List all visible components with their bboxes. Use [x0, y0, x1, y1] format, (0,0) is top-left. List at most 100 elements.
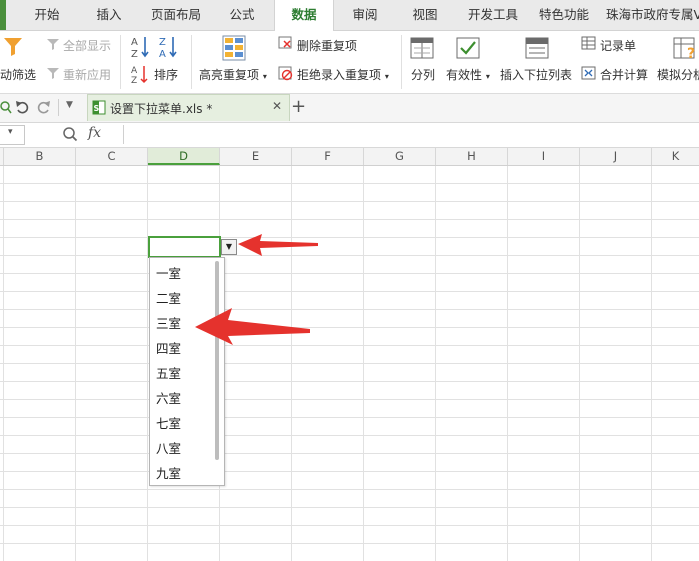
insert-function-button[interactable]: fx	[88, 125, 101, 141]
column-header[interactable]: F	[292, 148, 364, 165]
app-menu-button[interactable]	[0, 0, 6, 30]
formula-input[interactable]	[123, 125, 699, 144]
tab-review[interactable]: 审阅	[340, 0, 390, 30]
name-box[interactable]: ▾	[0, 125, 25, 145]
dropdown-option[interactable]: 二室	[156, 288, 181, 307]
document-tab-row: ▼ S 设置下拉菜单.xls * ✕ +	[0, 94, 699, 123]
grid-row-line	[0, 201, 699, 202]
insert-dropdown-button[interactable]: 插入下拉列表	[500, 66, 572, 83]
tab-formulas[interactable]: 公式	[218, 0, 266, 30]
grid-column-line	[291, 166, 292, 561]
dropdown-option[interactable]: 四室	[156, 338, 181, 357]
tab-developer[interactable]: 开发工具	[460, 0, 526, 30]
grid-row-line	[0, 273, 699, 274]
validity-button[interactable]: 有效性 ▾	[446, 66, 490, 83]
column-header[interactable]: H	[436, 148, 508, 165]
chevron-down-icon: ▾	[485, 72, 490, 81]
dropdown-option[interactable]: 七室	[156, 413, 181, 432]
tab-page-layout[interactable]: 页面布局	[142, 0, 210, 30]
dropdown-option[interactable]: 一室	[156, 263, 181, 282]
grid-row-line	[0, 417, 699, 418]
column-header[interactable]: B	[4, 148, 76, 165]
split-columns-button[interactable]: 分列	[411, 66, 435, 83]
grid-row-line	[0, 507, 699, 508]
reapply-icon	[47, 68, 59, 79]
tab-zhuhai-gov[interactable]: 珠海市政府专属V	[606, 0, 699, 30]
reject-duplicates-button[interactable]: 拒绝录入重复项 ▾	[297, 66, 389, 83]
insert-dropdown-icon[interactable]	[525, 36, 549, 60]
redo-icon[interactable]	[37, 100, 51, 114]
sort-descending-icon[interactable]: Z A	[158, 34, 180, 60]
dropdown-arrow-icon[interactable]: ▼	[221, 239, 237, 255]
what-if-analysis-icon[interactable]: ?	[673, 36, 699, 62]
document-tab[interactable]: S 设置下拉菜单.xls * ✕	[87, 94, 290, 121]
worksheet-grid[interactable]	[0, 166, 699, 561]
grid-column-line	[363, 166, 364, 561]
zoom-function-icon[interactable]	[62, 126, 78, 142]
svg-text:?: ?	[687, 46, 695, 62]
tab-view[interactable]: 视图	[400, 0, 450, 30]
column-header-selected[interactable]: D	[148, 148, 220, 165]
show-all-button[interactable]: 全部显示	[63, 37, 111, 54]
close-icon[interactable]: ✕	[272, 99, 282, 113]
print-preview-icon[interactable]	[0, 100, 12, 114]
toolbar-separator	[58, 99, 59, 116]
tab-data[interactable]: 数据	[274, 0, 334, 31]
auto-filter-button[interactable]: 动筛选	[0, 66, 36, 83]
grid-row-line	[0, 399, 699, 400]
svg-text:S: S	[94, 104, 100, 113]
formula-bar: ▾ fx	[0, 123, 699, 148]
column-header[interactable]: I	[508, 148, 580, 165]
column-header[interactable]: G	[364, 148, 436, 165]
grid-column-line	[3, 166, 4, 561]
column-header[interactable]: J	[580, 148, 652, 165]
spreadsheet-file-icon: S	[92, 100, 106, 115]
validity-label: 有效性	[446, 68, 483, 82]
chevron-down-icon: ▾	[262, 72, 267, 81]
dropdown-option[interactable]: 三室	[156, 313, 181, 332]
what-if-analysis-button[interactable]: 模拟分析	[657, 66, 699, 83]
grid-row-line	[0, 381, 699, 382]
column-header[interactable]: C	[76, 148, 148, 165]
dropdown-option[interactable]: 六室	[156, 388, 181, 407]
dropdown-scrollbar[interactable]	[215, 261, 219, 460]
highlight-duplicates-label: 高亮重复项	[199, 68, 260, 82]
undo-icon[interactable]	[15, 100, 29, 114]
tab-special-features[interactable]: 特色功能	[534, 0, 594, 30]
dropdown-option[interactable]: 九室	[156, 463, 181, 482]
highlight-duplicates-icon[interactable]	[222, 35, 246, 61]
svg-text:A: A	[159, 49, 166, 60]
quick-access-chevron-down-icon[interactable]: ▼	[66, 100, 73, 110]
column-header[interactable]: K	[652, 148, 699, 165]
remove-duplicates-button[interactable]: 删除重复项	[297, 37, 357, 54]
sort-icon: A Z	[131, 66, 148, 84]
column-header[interactable]: E	[220, 148, 292, 165]
split-columns-icon[interactable]	[410, 36, 434, 60]
highlight-duplicates-button[interactable]: 高亮重复项 ▾	[199, 66, 267, 83]
validity-icon[interactable]	[456, 36, 480, 60]
grid-column-line	[507, 166, 508, 561]
consolidate-button[interactable]: 合并计算	[600, 66, 648, 83]
ribbon-separator	[401, 35, 402, 89]
dropdown-option[interactable]: 八室	[156, 438, 181, 457]
tab-home[interactable]: 开始	[22, 0, 72, 30]
svg-text:Z: Z	[131, 49, 138, 60]
filter-icon[interactable]	[2, 35, 24, 57]
sort-ascending-icon[interactable]: A Z	[130, 34, 152, 60]
reapply-button[interactable]: 重新应用	[63, 66, 111, 83]
record-sheet-button[interactable]: 记录单	[600, 37, 636, 54]
add-tab-icon[interactable]: +	[291, 96, 306, 117]
column-header-row: B C D E F G H I J K	[0, 148, 699, 166]
record-sheet-icon	[581, 36, 596, 50]
sort-button[interactable]: 排序	[154, 66, 178, 83]
tab-insert[interactable]: 插入	[84, 0, 134, 30]
svg-text:Z: Z	[159, 37, 166, 48]
active-cell-d5[interactable]	[148, 236, 221, 258]
reject-duplicates-icon	[278, 66, 293, 81]
validation-dropdown-list: 一室 二室 三室 四室 五室 六室 七室 八室 九室	[149, 257, 225, 486]
ribbon-separator	[191, 35, 192, 89]
ribbon-tab-bar: 开始 插入 页面布局 公式 数据 审阅 视图 开发工具 特色功能 珠海市政府专属…	[0, 0, 699, 31]
name-box-chevron-down-icon[interactable]: ▾	[8, 127, 13, 137]
grid-row-line	[0, 363, 699, 364]
dropdown-option[interactable]: 五室	[156, 363, 181, 382]
